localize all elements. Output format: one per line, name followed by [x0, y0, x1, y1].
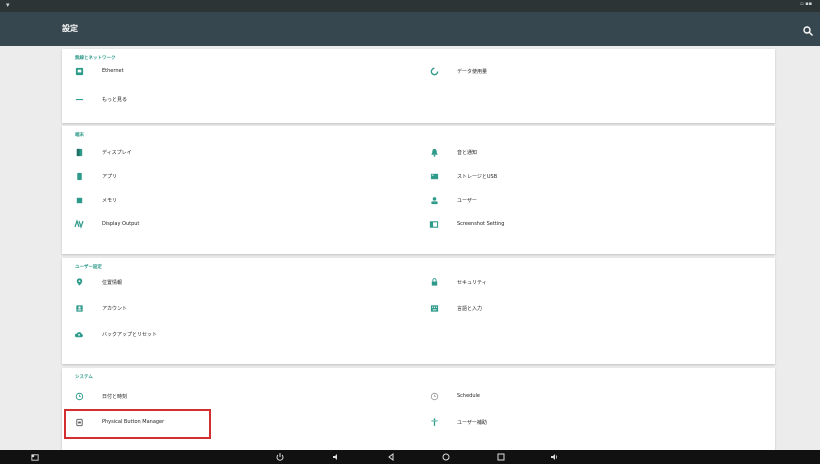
data-usage-icon [429, 66, 439, 76]
status-right: ▫ ▪▪ [800, 1, 812, 7]
item-ethernet[interactable]: Ethernet [62, 61, 402, 81]
back-icon[interactable] [385, 452, 397, 462]
item-language-input[interactable]: 言語と入力 [417, 298, 757, 318]
item-label: Ethernet [102, 68, 124, 74]
volume-icon[interactable] [330, 452, 342, 462]
screenshot-icon [429, 219, 439, 229]
memory-icon [74, 195, 84, 205]
item-label: メモリ [102, 197, 118, 204]
account-icon [74, 303, 84, 313]
power-icon[interactable] [274, 452, 286, 462]
volume-up-icon[interactable] [548, 452, 560, 462]
app-bar: 設定 [0, 12, 820, 46]
apps-icon [74, 171, 84, 181]
item-storage[interactable]: ストレージとUSB [417, 166, 757, 186]
status-bar: ▾ ▫ ▪▪ [0, 0, 820, 12]
screenshot-icon[interactable] [29, 452, 41, 462]
status-left: ▾ [6, 1, 10, 9]
lock-icon [429, 277, 439, 287]
item-label: もっと見る [102, 96, 128, 103]
item-data-usage[interactable]: データ使用量 [417, 61, 757, 81]
item-label: アカウント [102, 305, 128, 312]
item-security[interactable]: セキュリティ [417, 272, 757, 292]
item-account[interactable]: アカウント [62, 298, 402, 318]
item-label: Schedule [457, 393, 480, 399]
item-label: アプリ [102, 173, 118, 180]
item-more[interactable]: もっと見る [62, 89, 402, 109]
clock-icon [74, 391, 84, 401]
section-title: ユーザー設定 [75, 265, 102, 270]
item-display[interactable]: ディスプレイ [62, 142, 402, 162]
accessibility-icon [429, 417, 439, 427]
display-icon [74, 147, 84, 157]
page-title: 設定 [62, 24, 78, 33]
settings-list[interactable]: 無線とネットワーク Ethernet データ使用量 もっと見る 端末 ディスプレ… [0, 46, 820, 450]
item-label: Screenshot Setting [457, 221, 505, 227]
section-device: 端末 ディスプレイ 音と通知 アプリ ストレージとUSB メモリ ユーザー Di… [62, 126, 775, 254]
section-wireless: 無線とネットワーク Ethernet データ使用量 もっと見る [62, 49, 775, 123]
location-icon [74, 277, 84, 287]
section-title: システム [75, 375, 93, 380]
item-label: バックアップとリセット [102, 331, 158, 338]
keyboard-icon [429, 303, 439, 313]
more-icon [74, 94, 84, 104]
item-label: ストレージとUSB [457, 173, 498, 180]
highlight-box [64, 409, 211, 439]
user-icon [429, 195, 439, 205]
item-schedule[interactable]: Schedule [417, 386, 757, 406]
item-apps[interactable]: アプリ [62, 166, 402, 186]
item-label: ユーザー [457, 197, 477, 204]
item-date-time[interactable]: 日付と時刻 [62, 386, 402, 406]
item-display-output[interactable]: Display Output [62, 214, 402, 234]
item-screenshot-setting[interactable]: Screenshot Setting [417, 214, 757, 234]
schedule-icon [429, 391, 439, 401]
item-memory[interactable]: メモリ [62, 190, 402, 210]
storage-icon [429, 171, 439, 181]
section-title: 端末 [75, 133, 84, 138]
search-icon[interactable] [802, 22, 814, 36]
item-location[interactable]: 位置情報 [62, 272, 402, 292]
display-output-icon [74, 219, 84, 229]
item-label: データ使用量 [457, 68, 488, 75]
item-label: ユーザー補助 [457, 419, 487, 426]
backup-icon [74, 329, 84, 339]
item-label: ディスプレイ [102, 149, 132, 156]
item-sound[interactable]: 音と通知 [417, 142, 757, 162]
item-label: セキュリティ [457, 279, 487, 286]
sound-icon [429, 147, 439, 157]
section-user-settings: ユーザー設定 位置情報 セキュリティ アカウント 言語と入力 バックアップとリセ… [62, 258, 775, 364]
ethernet-icon [74, 66, 84, 76]
item-label: 位置情報 [102, 279, 123, 286]
navigation-bar [0, 450, 820, 464]
item-label: 言語と入力 [457, 305, 483, 312]
item-label: Display Output [102, 221, 140, 227]
item-accessibility[interactable]: ユーザー補助 [417, 412, 757, 432]
item-label: 音と通知 [457, 149, 478, 156]
item-backup-reset[interactable]: バックアップとリセット [62, 324, 402, 344]
item-label: 日付と時刻 [102, 393, 128, 400]
item-user[interactable]: ユーザー [417, 190, 757, 210]
recents-icon[interactable] [495, 452, 507, 462]
home-icon[interactable] [440, 452, 452, 462]
